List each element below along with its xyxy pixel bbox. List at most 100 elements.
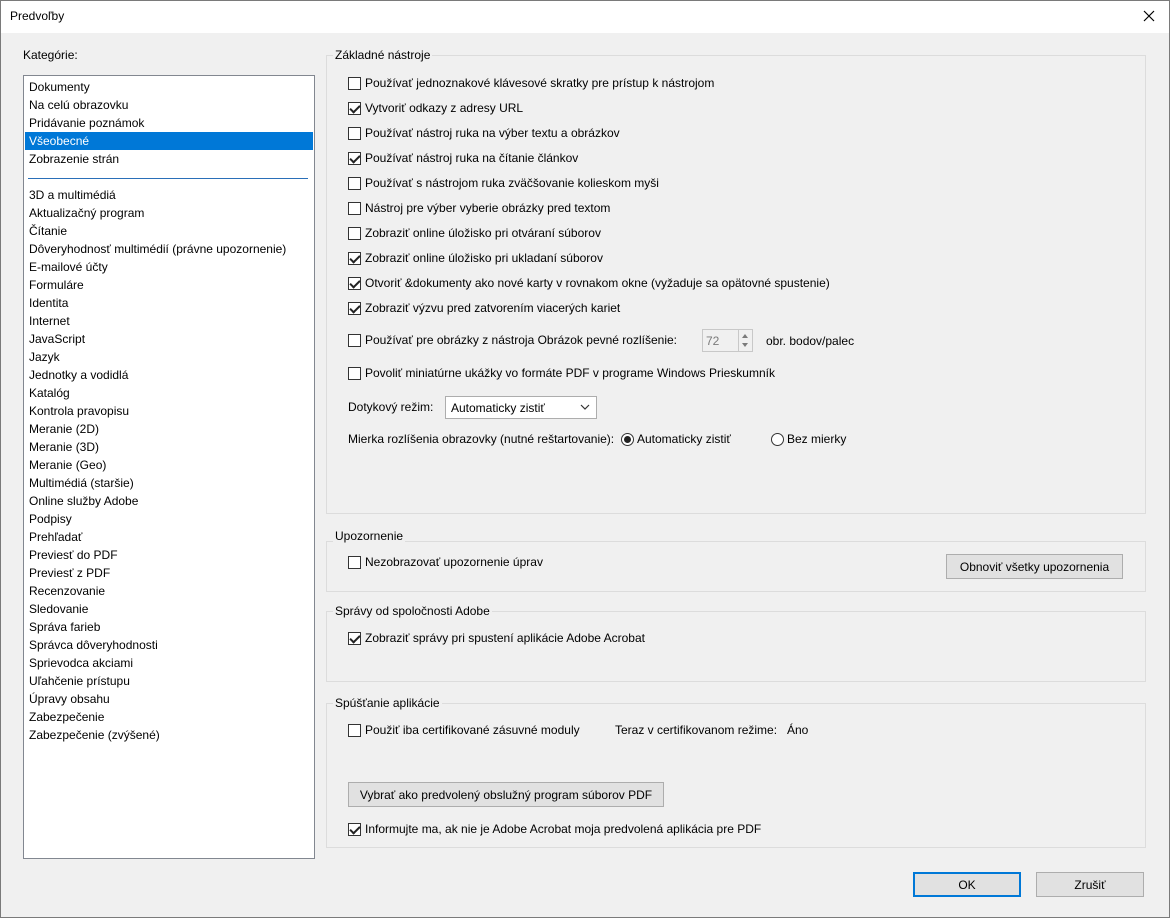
touch-mode-value: Automaticky zistiť: [451, 401, 545, 415]
no-edit-warning-checkbox[interactable]: [348, 555, 361, 569]
title-bar: Predvoľby: [1, 1, 1169, 33]
categories-list[interactable]: Dokumenty Na celú obrazovku Pridávanie poz…: [23, 75, 315, 859]
category-item[interactable]: Uľahčenie prístupu: [25, 672, 313, 690]
thumbnails-checkbox[interactable]: [348, 366, 361, 380]
chevron-down-icon: [580, 404, 590, 410]
category-item[interactable]: Úpravy obsahu: [25, 690, 313, 708]
category-item[interactable]: Meranie (Geo): [25, 456, 313, 474]
notify-default-checkbox[interactable]: [348, 822, 361, 836]
close-icon: [1143, 10, 1155, 22]
show-messages-label: Zobraziť správy pri spustení aplikácie A…: [365, 631, 645, 645]
category-item[interactable]: Katalóg: [25, 384, 313, 402]
certified-plugins-option[interactable]: Použiť iba certifikované zásuvné moduly: [348, 723, 580, 737]
category-item[interactable]: JavaScript: [25, 330, 313, 348]
category-item[interactable]: Všeobecné: [25, 132, 313, 150]
category-item[interactable]: Aktualizačný program: [25, 204, 313, 222]
category-item[interactable]: Formuláre: [25, 276, 313, 294]
category-item[interactable]: Dôveryhodnosť multimédií (právne upozorn…: [25, 240, 313, 258]
notify-default-label: Informujte ma, ak nie je Adobe Acrobat m…: [365, 822, 762, 836]
basic-tools-option[interactable]: Nástroj pre výber vyberie obrázky pred t…: [348, 201, 610, 215]
category-item[interactable]: Sledovanie: [25, 600, 313, 618]
basic-tools-option[interactable]: Používať s nástrojom ruka zväčšovanie ko…: [348, 176, 659, 190]
scaling-none-option[interactable]: Bez mierky: [771, 432, 846, 446]
option-checkbox[interactable]: [348, 176, 361, 190]
show-messages-option[interactable]: Zobraziť správy pri spustení aplikácie A…: [348, 631, 645, 645]
messages-group: [326, 611, 1146, 682]
option-checkbox[interactable]: [348, 101, 361, 115]
arrow-down-icon[interactable]: [742, 343, 748, 347]
category-item[interactable]: Správa farieb: [25, 618, 313, 636]
basic-tools-option[interactable]: Otvoriť &dokumenty ako nové karty v rovn…: [348, 276, 830, 290]
option-checkbox[interactable]: [348, 251, 361, 265]
category-item[interactable]: Pridávanie poznámok: [25, 114, 313, 132]
show-messages-checkbox[interactable]: [348, 631, 361, 645]
category-item[interactable]: Identita: [25, 294, 313, 312]
category-item[interactable]: Prehľadať: [25, 528, 313, 546]
category-item[interactable]: Internet: [25, 312, 313, 330]
scaling-auto-radio[interactable]: [621, 432, 634, 446]
category-item[interactable]: Kontrola pravopisu: [25, 402, 313, 420]
arrow-up-icon[interactable]: [742, 334, 748, 338]
option-checkbox[interactable]: [348, 201, 361, 215]
basic-tools-option[interactable]: Používať jednoznakové klávesové skratky …: [348, 76, 714, 90]
category-item[interactable]: Online služby Adobe: [25, 492, 313, 510]
basic-tools-title: Základné nástroje: [333, 48, 433, 62]
basic-tools-option[interactable]: Používať nástroj ruka na čítanie článkov: [348, 151, 578, 165]
category-item[interactable]: Čítanie: [25, 222, 313, 240]
certified-mode-value: Áno: [787, 723, 809, 737]
no-edit-warning-option[interactable]: Nezobrazovať upozornenie úprav: [348, 555, 543, 569]
scaling-none-radio[interactable]: [771, 432, 784, 446]
default-pdf-handler-button[interactable]: Vybrať ako predvolený obslužný program s…: [348, 782, 664, 807]
option-label: Zobraziť online úložisko pri otváraní sú…: [365, 226, 601, 240]
option-checkbox[interactable]: [348, 126, 361, 140]
category-item[interactable]: Sprievodca akciami: [25, 654, 313, 672]
thumbnails-label: Povoliť miniatúrne ukážky vo formáte PDF…: [365, 366, 775, 380]
category-item[interactable]: Previesť z PDF: [25, 564, 313, 582]
category-item[interactable]: Na celú obrazovku: [25, 96, 313, 114]
resolution-spinner[interactable]: 72: [702, 329, 753, 352]
basic-tools-option[interactable]: Zobraziť online úložisko pri otváraní sú…: [348, 226, 601, 240]
window-title: Predvoľby: [10, 9, 65, 23]
category-item[interactable]: Meranie (3D): [25, 438, 313, 456]
category-item[interactable]: Meranie (2D): [25, 420, 313, 438]
category-item[interactable]: Jazyk: [25, 348, 313, 366]
category-item[interactable]: Podpisy: [25, 510, 313, 528]
notify-default-option[interactable]: Informujte ma, ak nie je Adobe Acrobat m…: [348, 822, 761, 836]
no-edit-warning-label: Nezobrazovať upozornenie úprav: [365, 555, 543, 569]
reset-warnings-button[interactable]: Obnoviť všetky upozornenia: [946, 554, 1123, 579]
category-item[interactable]: Recenzovanie: [25, 582, 313, 600]
category-item[interactable]: Previesť do PDF: [25, 546, 313, 564]
category-item[interactable]: Zobrazenie strán: [25, 150, 313, 168]
thumbnails-option[interactable]: Povoliť miniatúrne ukážky vo formáte PDF…: [348, 366, 775, 380]
ok-button[interactable]: OK: [913, 872, 1021, 897]
basic-tools-option[interactable]: Zobraziť online úložisko pri ukladaní sú…: [348, 251, 603, 265]
basic-tools-option[interactable]: Vytvoriť odkazy z adresy URL: [348, 101, 523, 115]
basic-tools-option[interactable]: Používať nástroj ruka na výber textu a o…: [348, 126, 620, 140]
scaling-label: Mierka rozlíšenia obrazovky (nutné rešta…: [348, 432, 615, 446]
basic-tools-option[interactable]: Zobraziť výzvu pred zatvorením viacerých…: [348, 301, 620, 315]
scaling-none-label: Bez mierky: [787, 432, 847, 446]
fixed-resolution-checkbox[interactable]: [348, 333, 361, 347]
option-checkbox[interactable]: [348, 301, 361, 315]
close-button[interactable]: [1129, 1, 1169, 31]
resolution-spinner-arrows[interactable]: [738, 330, 752, 351]
cancel-button[interactable]: Zrušiť: [1036, 872, 1144, 897]
category-item[interactable]: Správca dôveryhodnosti: [25, 636, 313, 654]
scaling-auto-option[interactable]: Automaticky zistiť: [621, 432, 731, 446]
certified-plugins-checkbox[interactable]: [348, 723, 361, 737]
touch-mode-select[interactable]: Automaticky zistiť: [445, 396, 597, 419]
category-item[interactable]: Zabezpečenie (zvýšené): [25, 726, 313, 744]
category-item[interactable]: Multimédiá (staršie): [25, 474, 313, 492]
option-checkbox[interactable]: [348, 151, 361, 165]
category-item[interactable]: 3D a multimédiá: [25, 186, 313, 204]
category-item[interactable]: Dokumenty: [25, 78, 313, 96]
category-item[interactable]: Jednotky a vodidlá: [25, 366, 313, 384]
option-checkbox[interactable]: [348, 276, 361, 290]
category-item[interactable]: Zabezpečenie: [25, 708, 313, 726]
resolution-value: 72: [706, 334, 720, 348]
category-item[interactable]: E-mailové účty: [25, 258, 313, 276]
fixed-resolution-option[interactable]: Používať pre obrázky z nástroja Obrázok …: [348, 333, 677, 347]
option-label: Používať jednoznakové klávesové skratky …: [365, 76, 715, 90]
option-checkbox[interactable]: [348, 226, 361, 240]
option-checkbox[interactable]: [348, 76, 361, 90]
